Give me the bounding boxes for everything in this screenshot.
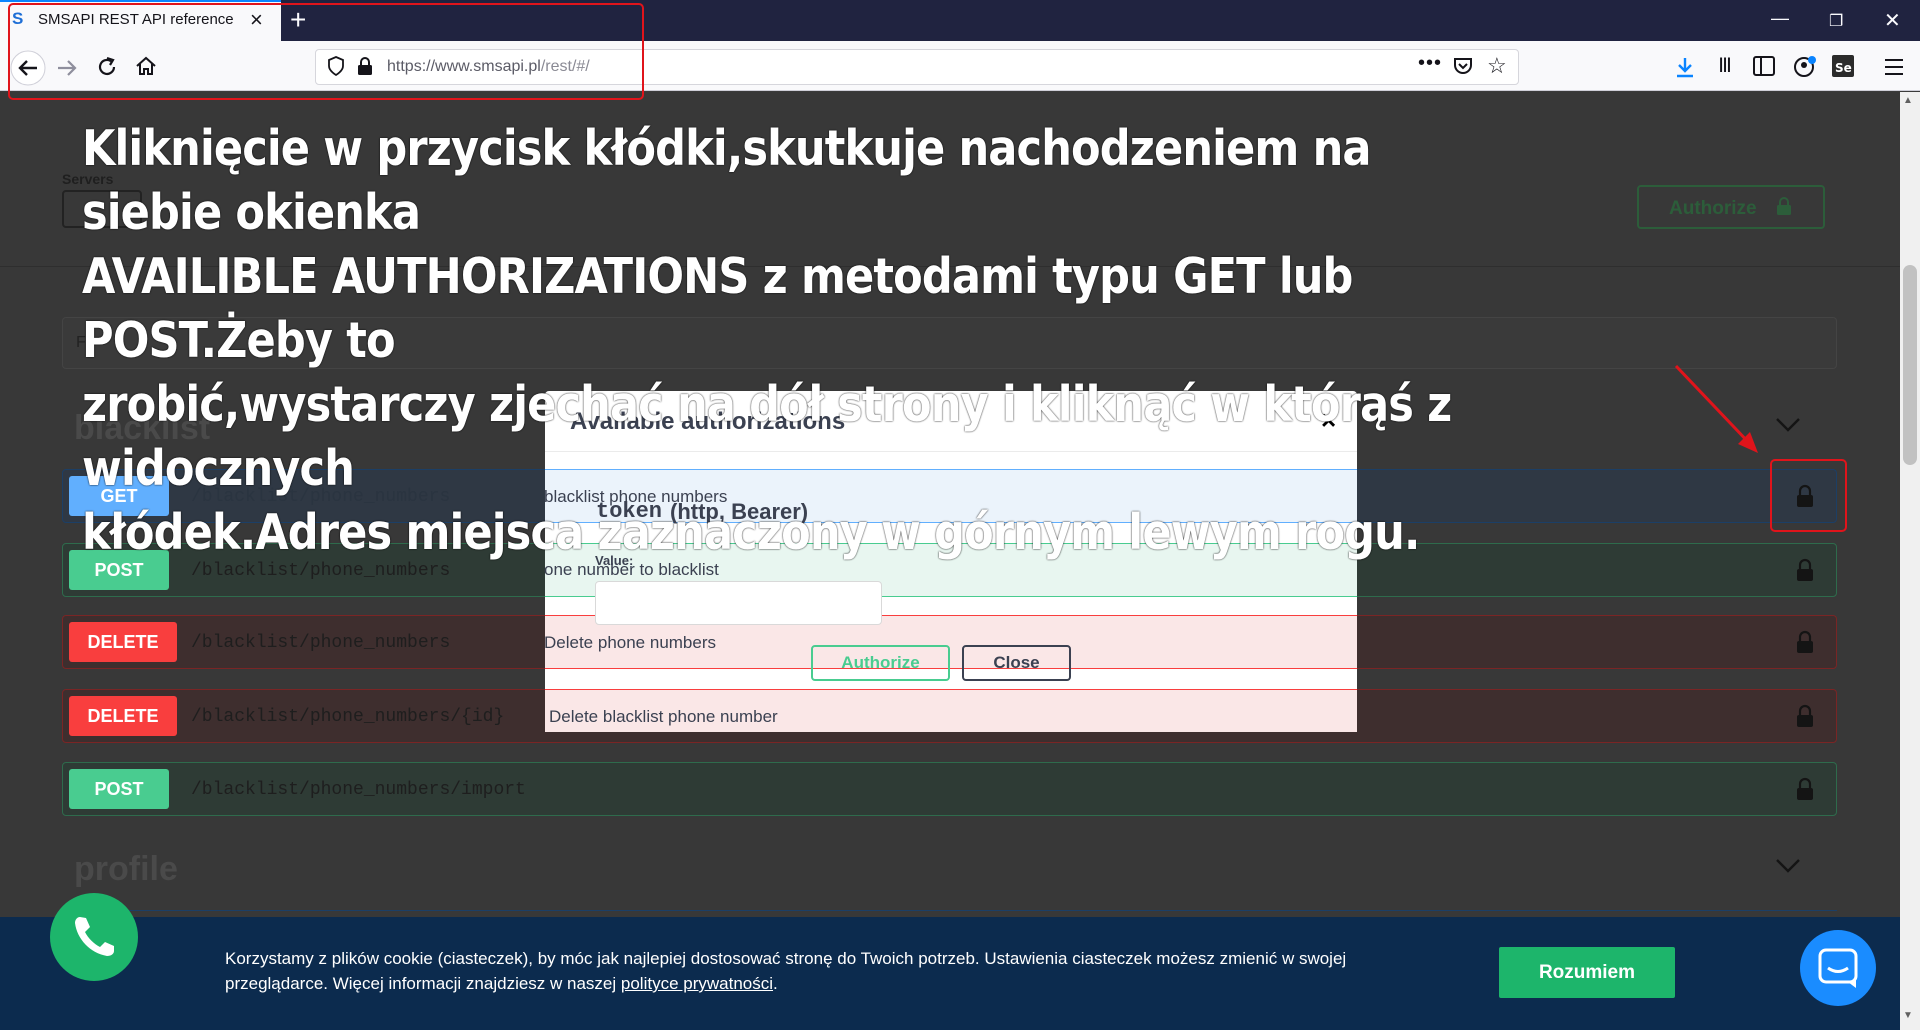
- operation-lock-icon[interactable]: [1796, 777, 1814, 801]
- scrollbar-thumb[interactable]: [1903, 265, 1917, 465]
- annotation-line: zrobić,wystarczy zjechać na dół strony i…: [82, 376, 1452, 497]
- chat-icon: [1818, 948, 1858, 988]
- selenium-extension-icon[interactable]: Se: [1832, 55, 1854, 77]
- operation-row-post-import[interactable]: POST /blacklist/phone_numbers/import: [62, 762, 1837, 816]
- page-actions-icon[interactable]: •••: [1418, 52, 1442, 75]
- token-value-input[interactable]: [595, 581, 882, 625]
- cookie-text-body: Korzystamy z plików cookie (ciasteczek),…: [225, 949, 1347, 993]
- close-window-icon[interactable]: ✕: [1884, 8, 1901, 33]
- cookie-text: Korzystamy z plików cookie (ciasteczek),…: [225, 946, 1405, 996]
- profile-row-edge: [62, 910, 1837, 911]
- account-icon[interactable]: [1793, 55, 1817, 79]
- chevron-down-icon[interactable]: [1775, 858, 1801, 874]
- restore-icon[interactable]: ❐: [1829, 11, 1843, 31]
- annotation-line: AVAILIBLE AUTHORIZATIONS z metodami typu…: [82, 248, 1353, 369]
- modal-authorize-button[interactable]: Authorize: [811, 645, 950, 681]
- annotation-line: kłódek.Adres miejsca zaznaczony w górnym…: [82, 504, 1420, 561]
- authorize-button[interactable]: Authorize: [1637, 185, 1825, 229]
- svg-text:Se: Se: [1835, 61, 1852, 75]
- cookie-text-end: .: [773, 974, 778, 993]
- operation-summary: Delete blacklist phone number: [549, 707, 778, 726]
- annotation-line: Kliknięcie w przycisk kłódki,skutkuje na…: [82, 120, 1372, 241]
- method-badge: DELETE: [69, 696, 177, 736]
- menu-icon[interactable]: [1884, 58, 1904, 76]
- authorize-lock-icon: [1777, 197, 1791, 215]
- operation-path: /blacklist/phone_numbers: [191, 633, 451, 653]
- authorize-button-label: Authorize: [1669, 198, 1757, 219]
- operation-lock-icon[interactable]: [1796, 704, 1814, 728]
- scroll-up-icon[interactable]: ▲: [1903, 95, 1913, 106]
- cookie-accept-button[interactable]: Rozumiem: [1499, 947, 1675, 998]
- chevron-down-icon[interactable]: [1775, 417, 1801, 433]
- operation-lock-icon[interactable]: [1796, 630, 1814, 654]
- scrollbar[interactable]: [1900, 92, 1920, 1030]
- operation-lock-icon[interactable]: [1796, 558, 1814, 582]
- minimize-icon[interactable]: —: [1771, 8, 1789, 29]
- address-highlight-box: [8, 3, 644, 100]
- sidebar-icon[interactable]: [1753, 56, 1775, 76]
- scroll-down-icon[interactable]: ▼: [1903, 1010, 1913, 1021]
- operation-path: /blacklist/phone_numbers/import: [191, 780, 526, 800]
- library-icon[interactable]: Ⅲ: [1712, 53, 1738, 78]
- phone-call-button[interactable]: [50, 893, 138, 981]
- pocket-icon[interactable]: [1452, 55, 1474, 77]
- downloads-icon[interactable]: [1673, 55, 1697, 79]
- method-badge: POST: [69, 769, 169, 809]
- lock-highlight-box: [1770, 459, 1847, 532]
- annotation-text: Kliknięcie w przycisk kłódki,skutkuje na…: [82, 117, 1490, 565]
- section-profile-title[interactable]: profile: [74, 850, 178, 889]
- chat-button[interactable]: [1800, 930, 1876, 1006]
- phone-icon: [75, 917, 114, 956]
- red-arrow-icon: [1674, 364, 1758, 453]
- privacy-policy-link[interactable]: polityce prywatności: [621, 974, 773, 993]
- modal-close-button[interactable]: Close: [962, 645, 1071, 681]
- operation-path: /blacklist/phone_numbers/{id}: [191, 707, 505, 727]
- method-badge: DELETE: [69, 622, 177, 662]
- bookmark-star-icon[interactable]: ☆: [1487, 53, 1507, 79]
- operation-summary: Delete phone numbers: [544, 633, 717, 652]
